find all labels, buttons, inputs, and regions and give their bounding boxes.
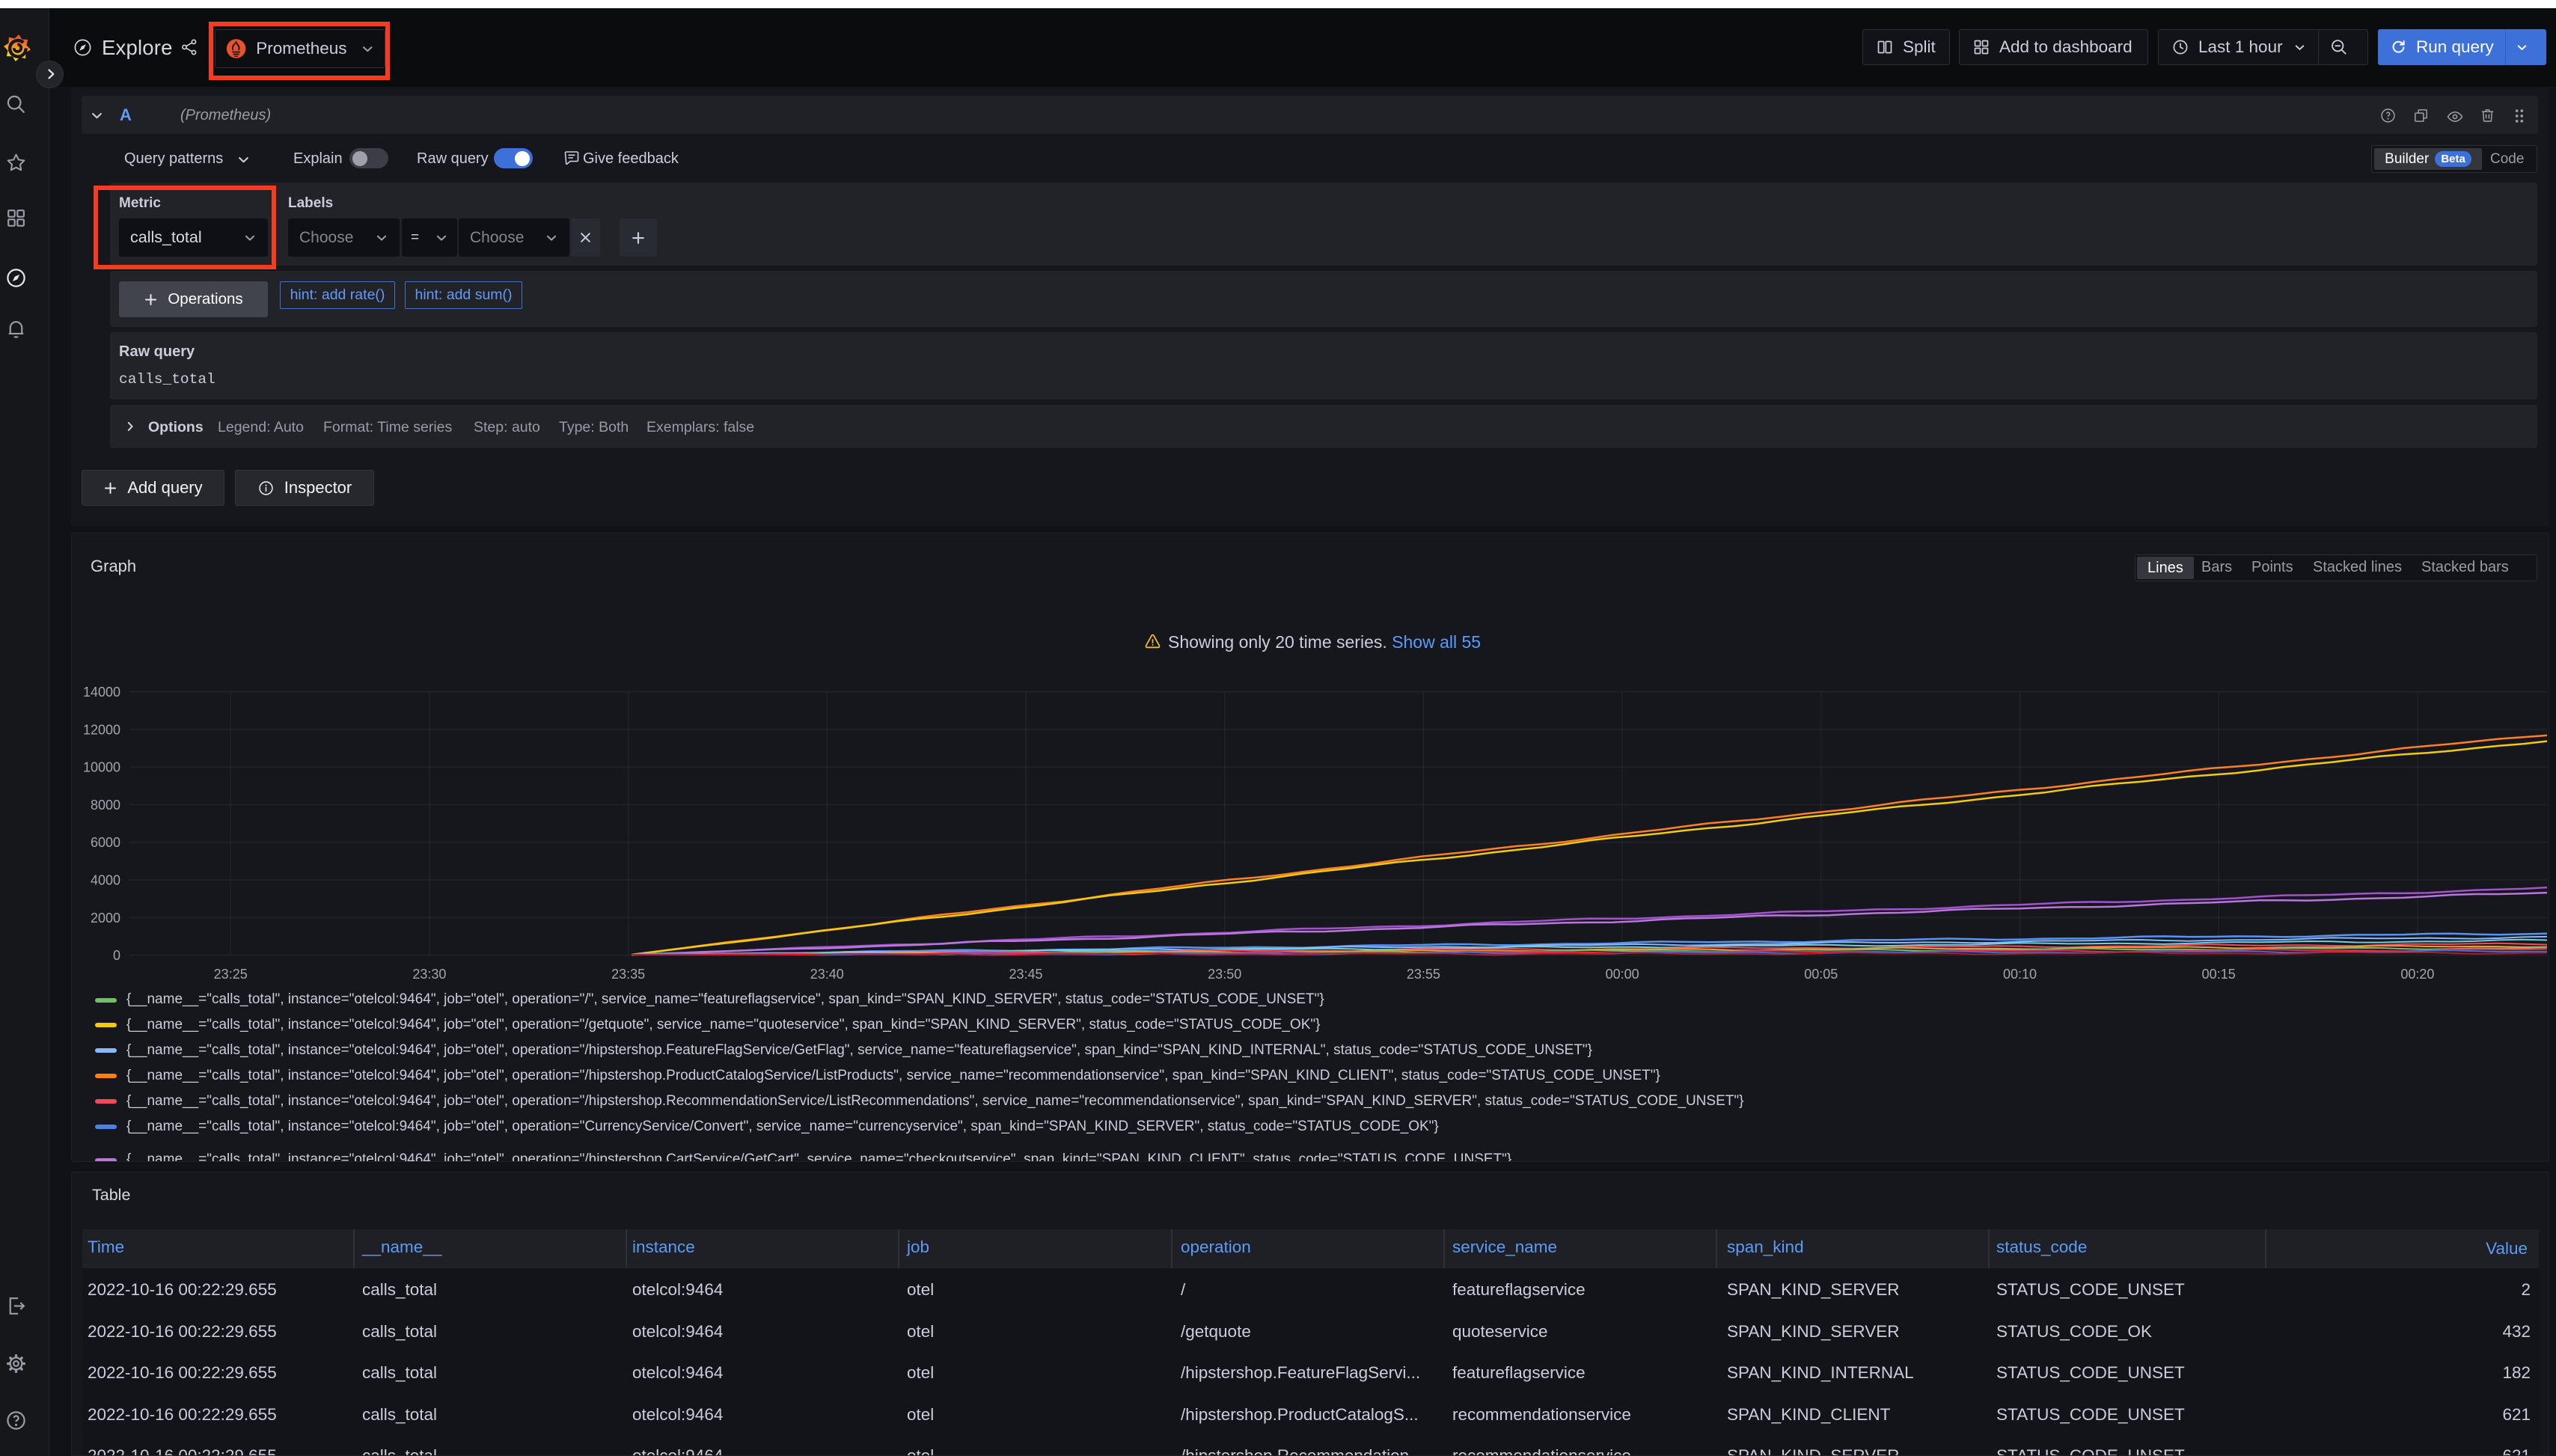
svg-text:23:45: 23:45 [1009,967,1042,982]
svg-text:00:20: 00:20 [2400,967,2434,982]
svg-text:23:50: 23:50 [1208,967,1241,982]
svg-text:0: 0 [113,948,120,963]
svg-text:00:05: 00:05 [1804,967,1838,982]
svg-text:14000: 14000 [83,685,120,700]
svg-text:12000: 12000 [83,722,120,737]
svg-text:00:15: 00:15 [2202,967,2236,982]
svg-text:00:10: 00:10 [2003,967,2037,982]
svg-text:23:40: 23:40 [810,967,844,982]
svg-text:23:35: 23:35 [611,967,645,982]
svg-text:2000: 2000 [91,911,120,926]
svg-text:4000: 4000 [91,873,120,888]
svg-text:8000: 8000 [91,798,120,813]
svg-text:23:25: 23:25 [214,967,248,982]
svg-text:10000: 10000 [83,760,120,775]
svg-text:00:00: 00:00 [1606,967,1639,982]
svg-text:6000: 6000 [91,835,120,850]
svg-text:23:55: 23:55 [1407,967,1440,982]
svg-text:23:30: 23:30 [412,967,446,982]
